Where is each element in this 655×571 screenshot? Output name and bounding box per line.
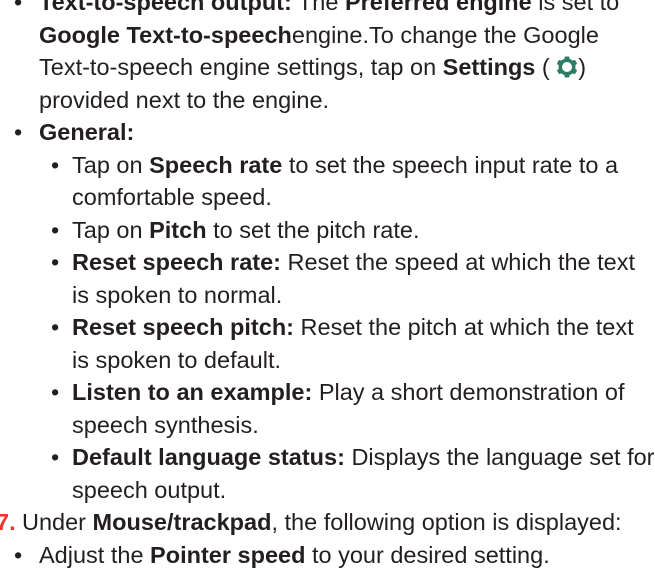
item-term: Reset speech pitch: [72, 314, 294, 340]
pointer-list: Adjust the Pointer speed to your desired… [0, 539, 655, 571]
item-term: Pitch [149, 217, 206, 243]
step-number: 7. [0, 506, 16, 539]
item-term: Reset speech rate: [72, 249, 281, 275]
item-text: to set the pitch rate. [213, 217, 419, 243]
list-item: Default language status: Displays the la… [51, 441, 655, 506]
gear-icon [556, 56, 578, 78]
pointer-text: to your desired setting. [312, 542, 550, 568]
item-text: Tap on [72, 152, 143, 178]
paren-open: ( [542, 54, 550, 80]
google-tts-term: Google Text-to-speech [39, 22, 292, 48]
item-term: Speech rate [149, 152, 282, 178]
step-text-part: , the following option is displayed: [271, 509, 621, 535]
settings-term: Settings [443, 54, 536, 80]
list-item-pointer: Adjust the Pointer speed to your desired… [0, 539, 655, 571]
list-item: Reset speech pitch: Reset the pitch at w… [51, 311, 655, 376]
list-item: Reset speech rate: Reset the speed at wh… [51, 246, 655, 311]
list-item-general: General: Tap on Speech rate to set the s… [0, 116, 655, 506]
general-sublist: Tap on Speech rate to set the speech inp… [39, 149, 655, 507]
tts-text: is set to [538, 0, 619, 15]
item-text: Tap on [72, 217, 143, 243]
list-item: Tap on Speech rate to set the speech inp… [51, 149, 655, 214]
item-term: Default language status: [72, 444, 345, 470]
list-item: Listen to an example: Play a short demon… [51, 376, 655, 441]
step-7: 7. Under Mouse/trackpad, the following o… [0, 506, 655, 539]
document-page: Text-to-speech output: The Preferred eng… [0, 0, 655, 571]
settings-list: Text-to-speech output: The Preferred eng… [0, 0, 655, 506]
step-text-part: Under [22, 509, 86, 535]
list-item: Tap on Pitch to set the pitch rate. [51, 214, 655, 247]
preferred-engine-term: Preferred engine [345, 0, 532, 15]
list-item-tts: Text-to-speech output: The Preferred eng… [0, 0, 655, 116]
general-label: General: [39, 119, 134, 145]
item-term: Listen to an example: [72, 379, 312, 405]
tts-label: Text-to-speech output: [39, 0, 292, 15]
step-text: Under Mouse/trackpad, the following opti… [22, 506, 655, 539]
pointer-speed-term: Pointer speed [150, 542, 305, 568]
pointer-text: Adjust the [39, 542, 144, 568]
tts-text: The [298, 0, 339, 15]
mouse-trackpad-term: Mouse/trackpad [93, 509, 272, 535]
